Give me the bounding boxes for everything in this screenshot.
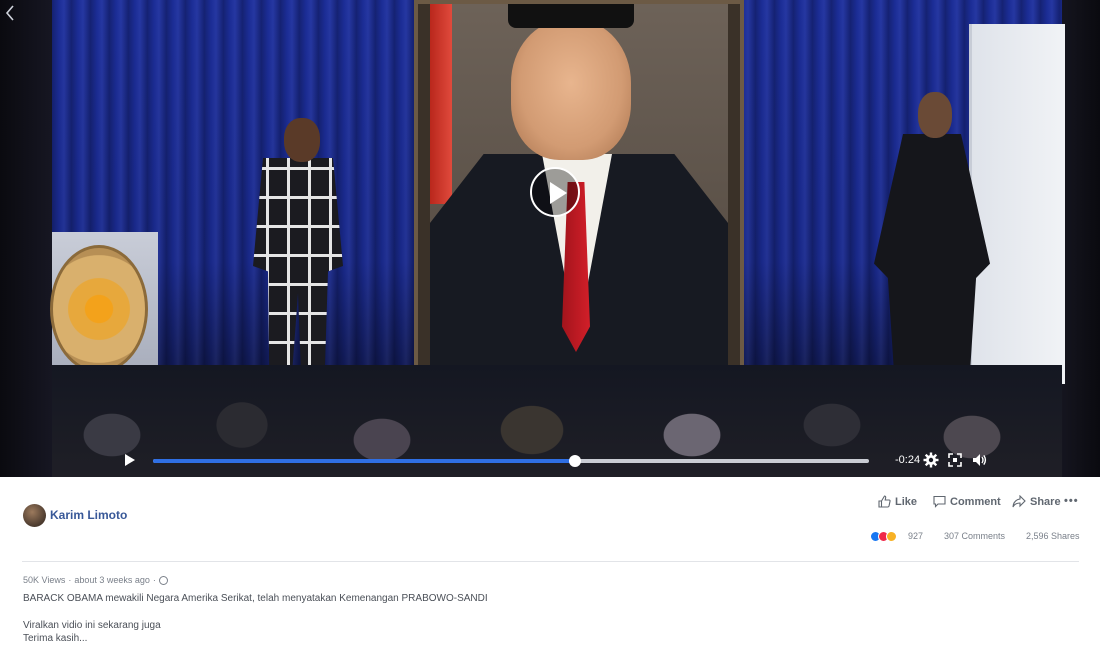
flag — [430, 4, 452, 204]
progress-handle[interactable] — [569, 455, 582, 467]
view-count: 50K Views — [23, 575, 66, 585]
divider — [22, 561, 1079, 562]
comment-count-link[interactable]: 307 Comments — [944, 531, 1005, 541]
portrait-cap — [508, 4, 634, 28]
post-text-line: Terima kasih... — [23, 633, 88, 644]
globe-icon — [158, 575, 168, 585]
comment-button[interactable]: Comment — [933, 495, 1001, 508]
more-icon: ••• — [1064, 495, 1079, 507]
author-name-link[interactable]: Karim Limoto — [50, 508, 127, 522]
post-meta: 50K Views · about 3 weeks ago · — [23, 575, 168, 585]
play-icon[interactable] — [125, 454, 135, 466]
avatar[interactable] — [23, 504, 46, 527]
share-arrow-icon — [1012, 495, 1026, 508]
reaction-count[interactable]: 927 — [908, 531, 923, 541]
share-count-link[interactable]: 2,596 Shares — [1026, 531, 1080, 541]
play-button[interactable] — [530, 167, 580, 217]
video-letterbox-left — [0, 0, 52, 477]
comment-label: Comment — [950, 495, 1001, 508]
share-label: Share — [1030, 495, 1061, 508]
haha-reaction-icon — [886, 531, 897, 542]
play-icon — [550, 182, 567, 204]
video-controls: -0:24 — [0, 445, 1100, 477]
chevron-left-icon[interactable] — [4, 4, 20, 24]
video-letterbox-right — [1062, 0, 1100, 477]
progress-fill — [153, 459, 576, 463]
share-button[interactable]: Share — [1012, 495, 1061, 508]
post-text-line: Viralkan vidio ini sekarang juga — [23, 620, 161, 631]
meta-separator: · — [152, 575, 156, 585]
thumbs-up-icon — [878, 495, 891, 508]
post-text-line: BARACK OBAMA mewakili Negara Amerika Ser… — [23, 593, 488, 604]
portrait-face — [511, 20, 631, 160]
speech-bubble-icon — [933, 495, 946, 508]
progress-bar[interactable] — [153, 455, 869, 467]
expand-icon[interactable] — [948, 452, 964, 468]
post-timestamp[interactable]: about 3 weeks ago — [74, 575, 150, 585]
more-options-button[interactable]: ••• — [1064, 495, 1079, 507]
person-right-head — [918, 92, 952, 138]
like-label: Like — [895, 495, 918, 508]
like-button[interactable]: Like — [878, 495, 917, 508]
video-player[interactable]: -0:24 — [0, 0, 1100, 477]
time-remaining: -0:24 — [895, 454, 921, 466]
speaker-icon[interactable] — [971, 452, 987, 468]
video-frame — [50, 0, 1065, 477]
seal-emblem — [50, 245, 148, 373]
person-left-head — [284, 118, 320, 162]
meta-separator: · — [68, 575, 72, 585]
gear-icon[interactable] — [923, 452, 939, 468]
